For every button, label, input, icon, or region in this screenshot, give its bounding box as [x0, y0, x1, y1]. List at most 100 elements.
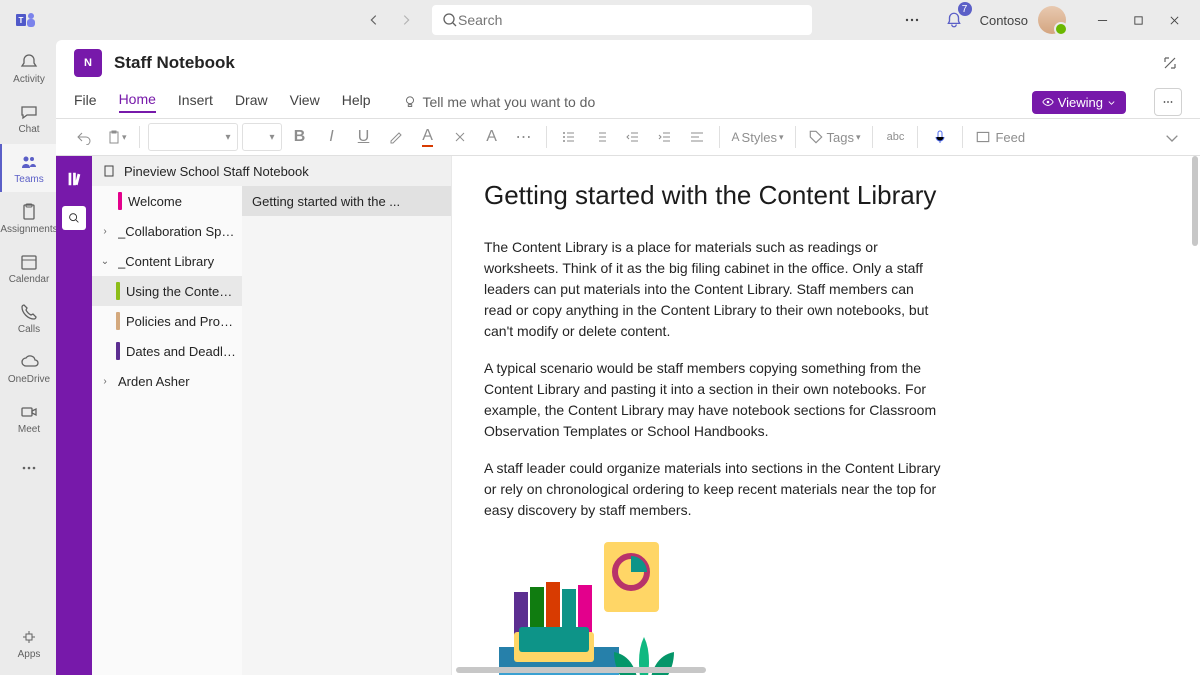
section-policies[interactable]: Policies and Proced... [92, 306, 242, 336]
tab-insert[interactable]: Insert [178, 92, 213, 112]
rail-label: Teams [14, 174, 43, 185]
page-canvas[interactable]: Getting started with the Content Library… [452, 156, 1200, 675]
scrollbar-horizontal[interactable] [456, 667, 706, 673]
rail-calendar[interactable]: Calendar [0, 244, 56, 292]
paragraph: A staff leader could organize materials … [484, 458, 944, 521]
tab-help[interactable]: Help [342, 92, 371, 112]
paragraph: A typical scenario would be staff member… [484, 358, 944, 442]
rail-calls[interactable]: Calls [0, 294, 56, 342]
rail-more[interactable] [0, 444, 56, 492]
rail-label: Calls [18, 324, 40, 335]
illustration [484, 537, 704, 675]
rail-label: Chat [18, 124, 39, 135]
paragraph: The Content Library is a place for mater… [484, 237, 944, 342]
notebooks-icon[interactable] [63, 168, 85, 190]
section-welcome[interactable]: Welcome [92, 186, 242, 216]
chevron-down-icon [1107, 98, 1116, 107]
titlebar: T 7 Contoso [0, 0, 1200, 40]
rail-label: OneDrive [8, 374, 50, 385]
search-box[interactable] [432, 5, 812, 35]
teams-logo: T [12, 6, 40, 34]
viewing-button[interactable]: Viewing [1032, 91, 1126, 114]
tell-me[interactable]: Tell me what you want to do [403, 94, 596, 110]
search-input[interactable] [458, 12, 802, 28]
tab-file[interactable]: File [74, 92, 97, 112]
paste-button[interactable]: ▾ [102, 123, 131, 151]
font-size[interactable]: ▾ [242, 123, 282, 151]
notifications-button[interactable]: 7 [938, 4, 970, 36]
page-title: Getting started with the Content Library [484, 180, 1168, 211]
ribbon-tabs: File Home Insert Draw View Help Tell me … [56, 86, 1200, 118]
rail-chat[interactable]: Chat [0, 94, 56, 142]
feed-button[interactable]: Feed [971, 123, 1029, 151]
styles-button[interactable]: AStyles▾ [728, 123, 788, 151]
rail-activity[interactable]: Activity [0, 44, 56, 92]
format-painter-button[interactable]: A [478, 123, 506, 151]
clear-format-button[interactable] [446, 123, 474, 151]
bold-button[interactable]: B [286, 123, 314, 151]
notebook-name-header[interactable]: Pineview School Staff Notebook [92, 156, 451, 186]
close-button[interactable] [1156, 4, 1192, 36]
section-using-content[interactable]: Using the Content ... [92, 276, 242, 306]
more-icon[interactable] [896, 4, 928, 36]
onenote-logo: N [74, 49, 102, 77]
page-getting-started[interactable]: Getting started with the ... [242, 186, 451, 216]
app-header: N Staff Notebook [56, 40, 1200, 86]
underline-button[interactable]: U [350, 123, 378, 151]
toolbar: ▾ ▾ ▾ B I U A A ⋯ AStyles▾ Tags▾ abc [56, 118, 1200, 156]
section-group-arden[interactable]: ›Arden Asher [92, 366, 242, 396]
tab-view[interactable]: View [290, 92, 320, 112]
notification-badge: 7 [958, 2, 972, 16]
spellcheck-button[interactable]: abc [881, 123, 909, 151]
rail-apps[interactable]: Apps [0, 619, 56, 667]
rail-teams[interactable]: Teams [0, 144, 56, 192]
tab-draw[interactable]: Draw [235, 92, 268, 112]
bullets-button[interactable] [555, 123, 583, 151]
tab-home[interactable]: Home [119, 91, 156, 113]
svg-text:T: T [19, 16, 24, 25]
rail-label: Activity [13, 74, 45, 85]
tags-button[interactable]: Tags▾ [804, 123, 864, 151]
font-color-button[interactable]: A [414, 123, 442, 151]
rail-label: Assignments [0, 224, 57, 235]
maximize-button[interactable] [1120, 4, 1156, 36]
nav-panel: Pineview School Staff Notebook Welcome ›… [92, 156, 452, 675]
sections-list: Welcome ›_Collaboration Space ⌄_Content … [92, 186, 242, 675]
numbering-button[interactable] [587, 123, 615, 151]
lightbulb-icon [403, 95, 417, 109]
nav-forward-button[interactable] [392, 6, 420, 34]
section-group-collab[interactable]: ›_Collaboration Space [92, 216, 242, 246]
outdent-button[interactable] [619, 123, 647, 151]
rail-onedrive[interactable]: OneDrive [0, 344, 56, 392]
collapse-ribbon-button[interactable] [1158, 123, 1186, 151]
pages-list: Getting started with the ... [242, 186, 451, 675]
notebook-rail [56, 156, 92, 675]
section-dates[interactable]: Dates and Deadlines [92, 336, 242, 366]
scrollbar-vertical[interactable] [1192, 156, 1198, 246]
app-title: Staff Notebook [114, 53, 235, 73]
nav-back-button[interactable] [360, 6, 388, 34]
section-group-content-library[interactable]: ⌄_Content Library [92, 246, 242, 276]
minimize-button[interactable] [1084, 4, 1120, 36]
rail-label: Meet [18, 424, 40, 435]
main-area: N Staff Notebook File Home Insert Draw V… [56, 40, 1200, 675]
rail-meet[interactable]: Meet [0, 394, 56, 442]
more-formatting[interactable]: ⋯ [510, 123, 538, 151]
collapse-icon[interactable] [1158, 51, 1182, 75]
align-button[interactable] [683, 123, 711, 151]
font-family[interactable]: ▾ [148, 123, 238, 151]
avatar[interactable] [1038, 6, 1066, 34]
ribbon-more-button[interactable] [1154, 88, 1182, 116]
rail-label: Apps [18, 649, 41, 660]
italic-button[interactable]: I [318, 123, 346, 151]
app-rail: Activity Chat Teams Assignments Calendar… [0, 40, 56, 675]
indent-button[interactable] [651, 123, 679, 151]
highlight-button[interactable] [382, 123, 410, 151]
eye-icon [1042, 96, 1054, 108]
rail-assignments[interactable]: Assignments [0, 194, 56, 242]
notebook-icon [102, 164, 116, 178]
dictate-button[interactable] [926, 123, 954, 151]
tenant-label: Contoso [980, 13, 1028, 28]
search-notebook-icon[interactable] [62, 206, 86, 230]
undo-button[interactable] [70, 123, 98, 151]
